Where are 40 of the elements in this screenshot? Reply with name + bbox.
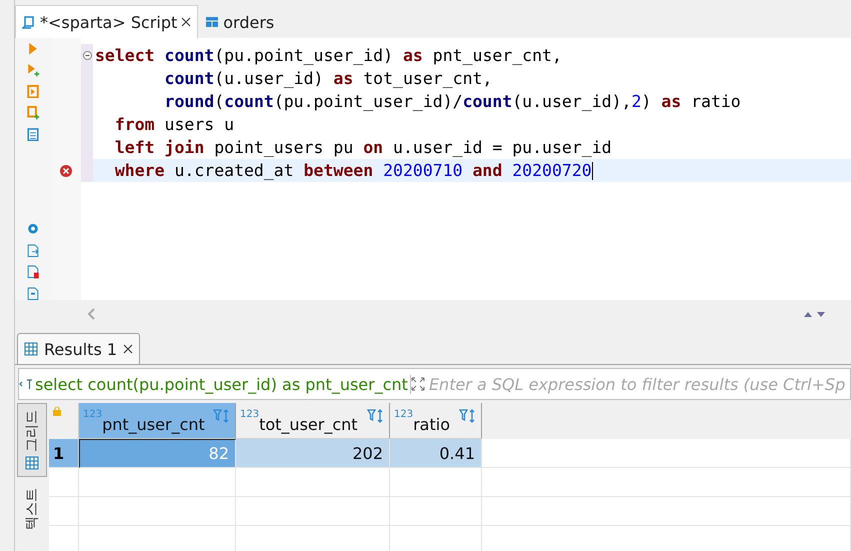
script-icon[interactable] xyxy=(22,15,36,29)
fold-icon[interactable] xyxy=(82,51,92,60)
lock-icon xyxy=(53,407,61,416)
code-line: round(count(pu.point_user_id)/count(u.user_id),2) as ratio xyxy=(164,91,742,113)
row-number[interactable]: 1 xyxy=(49,439,79,468)
results-tab[interactable]: Results 1 xyxy=(17,333,140,364)
table-cell: 82 xyxy=(79,439,236,468)
code-line: from users u xyxy=(114,114,236,136)
maximize-restore-icon[interactable] xyxy=(803,310,827,318)
filter-bar[interactable]: select count(pu.point_user_id) as pnt_user_cnt Enter a SQL expression to filter results (use Ctrl+Sp xyxy=(18,368,851,400)
column-header[interactable]: $^{123}$ratio xyxy=(390,403,482,439)
code-line: count(u.user_id) as tot_user_cnt, xyxy=(164,68,494,90)
column-header[interactable]: $^{123}$tot_user_cnt xyxy=(236,403,390,439)
filter-sort-icon[interactable] xyxy=(213,409,231,423)
filter-sort-icon[interactable] xyxy=(459,409,477,423)
code-line: select count(pu.point_user_id) as pnt_user_cnt, xyxy=(94,45,563,67)
play-add-icon[interactable] xyxy=(26,63,40,77)
export-icon[interactable] xyxy=(26,244,40,258)
close-icon[interactable] xyxy=(123,344,134,354)
table-cell: 202 xyxy=(236,439,390,468)
column-header[interactable]: $^{123}$pnt_user_cnt xyxy=(79,403,236,439)
file-error-icon[interactable] xyxy=(26,265,40,279)
expand-icon[interactable] xyxy=(410,377,425,391)
view-tab[interactable]: 텍스트 xyxy=(17,481,47,537)
script-run-add-icon[interactable] xyxy=(26,106,40,120)
filter-sort-icon[interactable] xyxy=(367,409,385,423)
table-cell xyxy=(49,497,79,526)
scroll-left-icon[interactable] xyxy=(87,308,95,320)
grid-icon[interactable] xyxy=(24,342,38,356)
text-cursor-icon xyxy=(19,378,33,390)
table-cell xyxy=(49,468,79,497)
editor-tab[interactable]: *<sparta> Script xyxy=(15,5,198,38)
view-tab[interactable]: 그리드 xyxy=(17,403,47,477)
code-line: left join point_users pu on u.user_id = pu.user_id xyxy=(114,137,613,159)
grid-icon[interactable] xyxy=(25,456,39,470)
script-run-icon[interactable] xyxy=(26,84,40,98)
table-icon[interactable] xyxy=(205,15,220,29)
play-icon[interactable] xyxy=(26,42,40,56)
close-icon[interactable] xyxy=(181,17,192,27)
table-cell: 0.41 xyxy=(390,439,482,468)
